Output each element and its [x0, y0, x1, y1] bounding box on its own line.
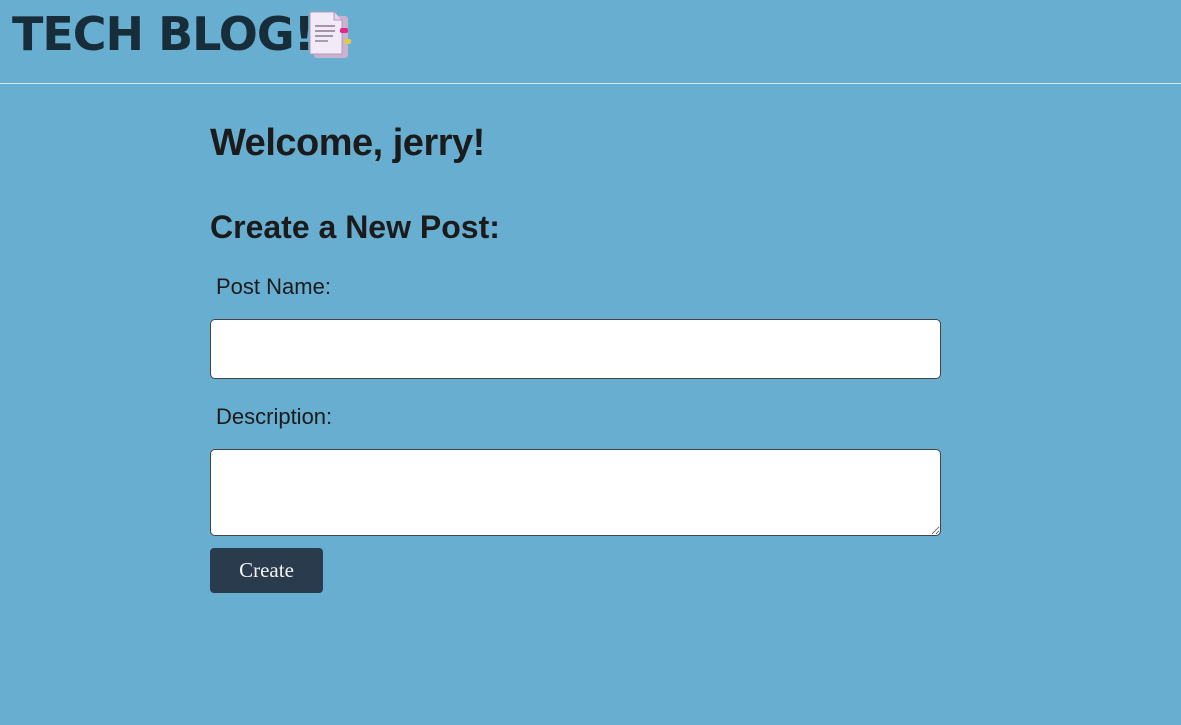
site-title[interactable]: TECH BLOG!	[12, 8, 315, 60]
document-icon	[309, 11, 351, 58]
new-post-heading: Create a New Post:	[210, 209, 500, 245]
description-label: Description:	[216, 404, 333, 429]
welcome-heading: Welcome, jerry!	[210, 122, 485, 164]
description-input[interactable]	[210, 449, 941, 536]
post-name-label: Post Name:	[216, 274, 331, 299]
create-button[interactable]: Create	[210, 548, 323, 593]
site-header: TECH BLOG!	[0, 0, 1181, 84]
post-name-input[interactable]	[210, 319, 941, 379]
